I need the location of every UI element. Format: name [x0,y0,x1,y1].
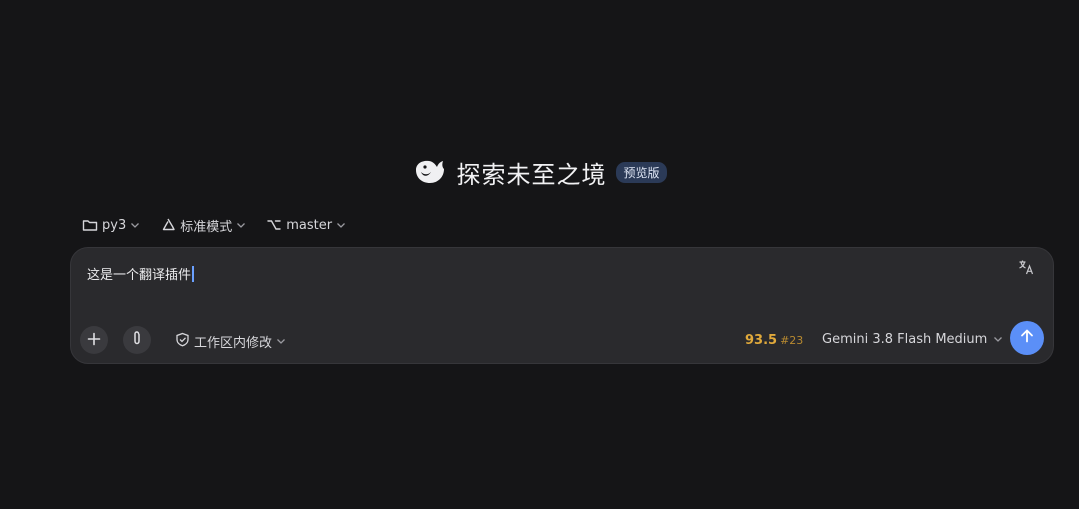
folder-selector[interactable]: py3 [82,218,140,233]
arrow-up-icon [1019,328,1035,348]
scope-label: 工作区内修改 [194,336,273,351]
paperclip-icon [130,330,144,350]
score-value: 93.5 [745,333,778,348]
chevron-down-icon [130,221,140,229]
preview-badge: 预览版 [616,161,667,183]
shield-check-icon [175,332,190,351]
hero-title: 探索未至之境 [456,160,607,189]
add-button[interactable] [80,326,108,354]
model-label: Gemini 3.8 Flash Medium [822,332,988,347]
branch-label: master [286,217,333,233]
prompt-composer: 这是一个翻译插件 工作区内修改 93.5 #23 Gemini 3.8 Flas… [70,247,1054,364]
branch-icon [266,218,282,232]
chevron-down-icon [993,332,1003,347]
prompt-input-value: 这是一个翻译插件 [87,268,192,283]
prompt-input[interactable]: 这是一个翻译插件 [87,264,194,283]
plus-icon [87,331,101,350]
recycle-icon [160,217,176,233]
model-selector[interactable]: Gemini 3.8 Flash Medium [822,332,1003,347]
attach-button[interactable] [123,326,151,354]
chevron-down-icon [236,221,246,229]
translate-button[interactable] [1017,260,1035,278]
folder-icon [82,218,98,232]
mode-selector[interactable]: 标准模式 [160,216,246,235]
branch-selector[interactable]: master [266,218,346,233]
chevron-down-icon [336,221,346,229]
folder-label: py3 [102,217,127,233]
text-caret [192,265,194,282]
whale-logo-icon [412,157,448,187]
score-rank: #23 [780,334,804,347]
context-toolbar: py3 标准模式 master [82,214,346,236]
send-button[interactable] [1010,321,1044,355]
translate-icon [1018,259,1034,279]
chevron-down-icon [276,334,286,349]
mode-label: 标准模式 [180,219,233,235]
hero-header: 探索未至之境 预览版 [0,154,1079,190]
scope-selector[interactable]: 工作区内修改 [175,332,286,351]
model-score: 93.5 #23 [745,333,803,348]
